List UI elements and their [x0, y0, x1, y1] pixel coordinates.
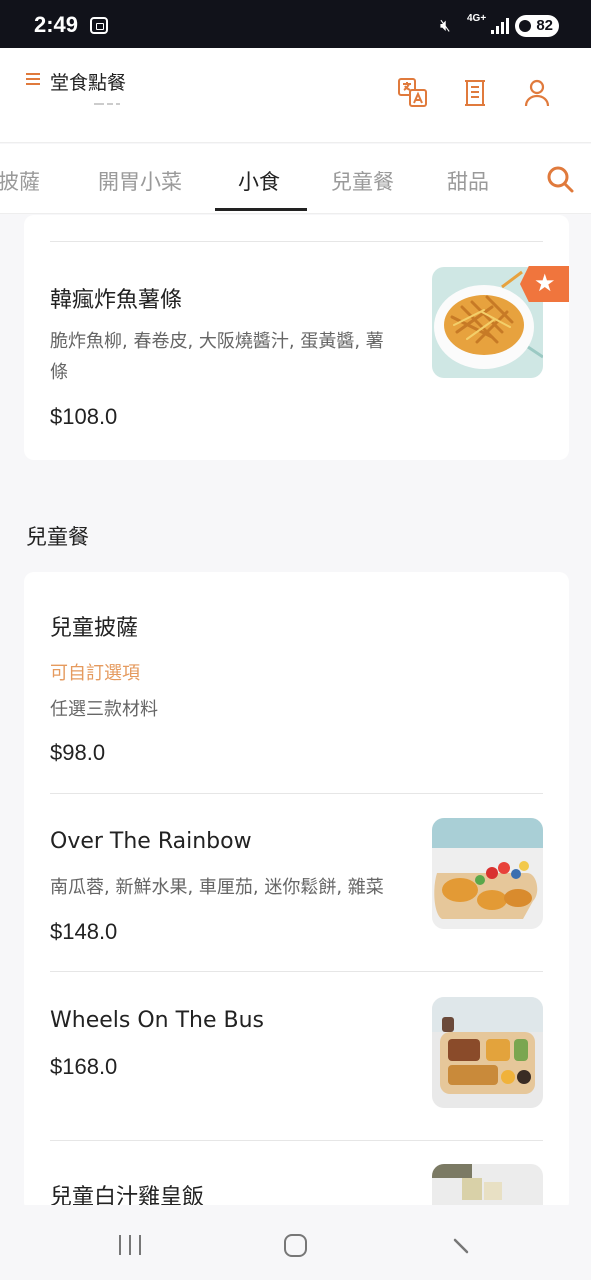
- tab-desserts[interactable]: 甜品: [447, 166, 489, 196]
- tab-kids-meal[interactable]: 兒童餐: [331, 166, 394, 196]
- tab-snacks[interactable]: 小食: [238, 166, 280, 196]
- account-icon[interactable]: [522, 78, 552, 108]
- item-description: 脆炸魚柳, 春卷皮, 大阪燒醬汁, 蛋黃醬, 薯條: [50, 331, 384, 383]
- menu-content[interactable]: 韓瘋炸魚薯條 脆炸魚柳, 春卷皮, 大阪燒醬汁, 蛋黃醬, 薯條 $108.0: [0, 215, 591, 1205]
- star-icon: ★: [534, 269, 556, 297]
- recent-apps-icon[interactable]: [119, 1235, 143, 1255]
- item-name: Wheels On The Bus: [50, 1008, 264, 1033]
- status-time: 2:49: [34, 12, 79, 37]
- receipt-icon[interactable]: [460, 78, 490, 108]
- back-icon[interactable]: [452, 1237, 470, 1255]
- food-photo-over-the-rainbow: [432, 818, 543, 929]
- food-photo-wheels-on-the-bus: [432, 997, 543, 1108]
- tab-pizza[interactable]: 披薩: [0, 166, 40, 196]
- status-bar: 2:49 🔇︎ 4G+ 82: [0, 0, 591, 48]
- item-price: $108.0: [50, 404, 118, 429]
- app-title: 堂食點餐: [50, 72, 127, 94]
- app-header: 堂食點餐: [0, 48, 591, 143]
- item-name: 韓瘋炸魚薯條: [50, 288, 183, 313]
- item-divider: [50, 241, 543, 242]
- system-nav-bar: [0, 1205, 591, 1280]
- item-divider: [50, 793, 543, 794]
- item-divider: [50, 1140, 543, 1141]
- snacks-section-card: 韓瘋炸魚薯條 脆炸魚柳, 春卷皮, 大阪燒醬汁, 蛋黃醬, 薯條 $108.0: [24, 215, 569, 460]
- home-icon[interactable]: [284, 1234, 307, 1257]
- menu-icon[interactable]: [26, 73, 40, 85]
- item-divider: [50, 971, 543, 972]
- search-icon[interactable]: [545, 164, 575, 194]
- mute-icon: 🔇︎: [440, 16, 451, 36]
- item-name: Over The Rainbow: [50, 829, 252, 854]
- customizable-label: 可自訂選項: [50, 663, 140, 684]
- item-price: $148.0: [50, 919, 118, 944]
- item-description: 南瓜蓉, 新鮮水果, 車厘茄, 迷你鬆餅, 雜菜: [50, 877, 384, 898]
- translate-icon[interactable]: [398, 78, 428, 108]
- item-name: 兒童白汁雞皇飯: [50, 1185, 205, 1205]
- tab-appetizers[interactable]: 開胃小菜: [98, 166, 182, 196]
- screenshot-icon: [90, 17, 108, 34]
- food-photo-kids-chicken-rice: [432, 1164, 543, 1205]
- item-price: $98.0: [50, 740, 106, 765]
- battery-indicator: 82: [515, 15, 559, 37]
- featured-star-badge: ★: [520, 266, 569, 302]
- category-tabs: 披薩 開胃小菜 小食 兒童餐 甜品: [0, 144, 591, 214]
- item-description: 任選三款材料: [50, 699, 158, 720]
- header-subtitle: [94, 103, 124, 106]
- section-title-kids-meal: 兒童餐: [26, 525, 89, 549]
- active-tab-indicator: [215, 208, 307, 211]
- signal-icon: [491, 18, 509, 34]
- kids-section-card: 兒童披薩 可自訂選項 任選三款材料 $98.0 Over The Rainbow…: [24, 572, 569, 1205]
- item-price: $168.0: [50, 1054, 118, 1079]
- item-name: 兒童披薩: [50, 616, 139, 641]
- network-type: 4G+: [467, 13, 487, 24]
